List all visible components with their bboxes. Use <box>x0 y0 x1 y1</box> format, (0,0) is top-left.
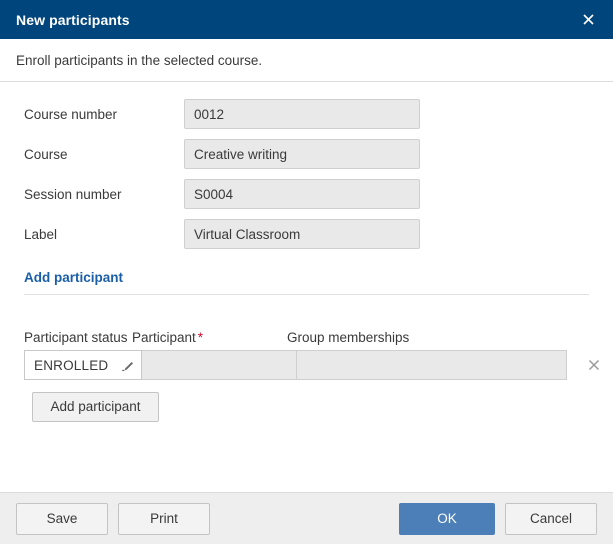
column-header-participant: Participant * <box>132 329 287 350</box>
dialog-description-bar: Enroll participants in the selected cour… <box>0 39 613 82</box>
pencil-icon[interactable] <box>121 358 135 372</box>
dialog-footer: Save Print OK Cancel <box>0 492 613 544</box>
delete-row-icon[interactable] <box>579 359 609 371</box>
required-marker: * <box>197 330 204 345</box>
column-header-group-memberships: Group memberships <box>287 330 410 345</box>
footer-right-buttons: OK Cancel <box>399 502 597 535</box>
new-participants-dialog: New participants Enroll participants in … <box>0 0 613 544</box>
print-button[interactable]: Print <box>118 502 210 535</box>
column-header-participant-status: Participant status <box>24 330 128 345</box>
add-participant-button[interactable]: Add participant <box>32 392 159 422</box>
label-course-number: Course number <box>24 106 118 122</box>
dialog-title: New participants <box>16 11 130 28</box>
form-row-course-number: Course number 0012 <box>16 98 597 130</box>
cancel-button[interactable]: Cancel <box>505 502 597 535</box>
close-icon[interactable] <box>577 9 599 31</box>
cell-participant[interactable] <box>142 350 297 380</box>
add-participant-section: Add participant Participant status Parti… <box>16 270 600 422</box>
field-course-number[interactable]: 0012 <box>184 99 420 129</box>
save-button[interactable]: Save <box>16 502 108 535</box>
participants-table: Participant status Participant * Group me… <box>16 308 600 422</box>
table-row: ENROLLED <box>24 350 600 380</box>
form-row-label: Label Virtual Classroom <box>16 218 597 250</box>
participants-table-header: Participant status Participant * Group me… <box>24 308 597 350</box>
participant-status-value: ENROLLED <box>34 357 109 373</box>
dialog-body: Course number 0012 Course Creative writi… <box>0 82 613 492</box>
section-title-add-participant: Add participant <box>24 270 124 285</box>
section-divider <box>24 294 589 295</box>
field-label[interactable]: Virtual Classroom <box>184 219 420 249</box>
cell-group-memberships[interactable] <box>297 350 567 380</box>
label-course: Course <box>24 146 68 162</box>
footer-left-buttons: Save Print <box>16 502 210 535</box>
column-header-participant-text: Participant <box>132 330 196 345</box>
field-course[interactable]: Creative writing <box>184 139 420 169</box>
label-session-number: Session number <box>24 186 122 202</box>
form-row-course: Course Creative writing <box>16 138 597 170</box>
cell-participant-status[interactable]: ENROLLED <box>24 350 142 380</box>
dialog-description: Enroll participants in the selected cour… <box>16 53 263 68</box>
field-session-number[interactable]: S0004 <box>184 179 420 209</box>
label-label: Label <box>24 226 58 242</box>
ok-button[interactable]: OK <box>399 502 495 535</box>
dialog-titlebar: New participants <box>0 0 613 39</box>
form-row-session-number: Session number S0004 <box>16 178 597 210</box>
